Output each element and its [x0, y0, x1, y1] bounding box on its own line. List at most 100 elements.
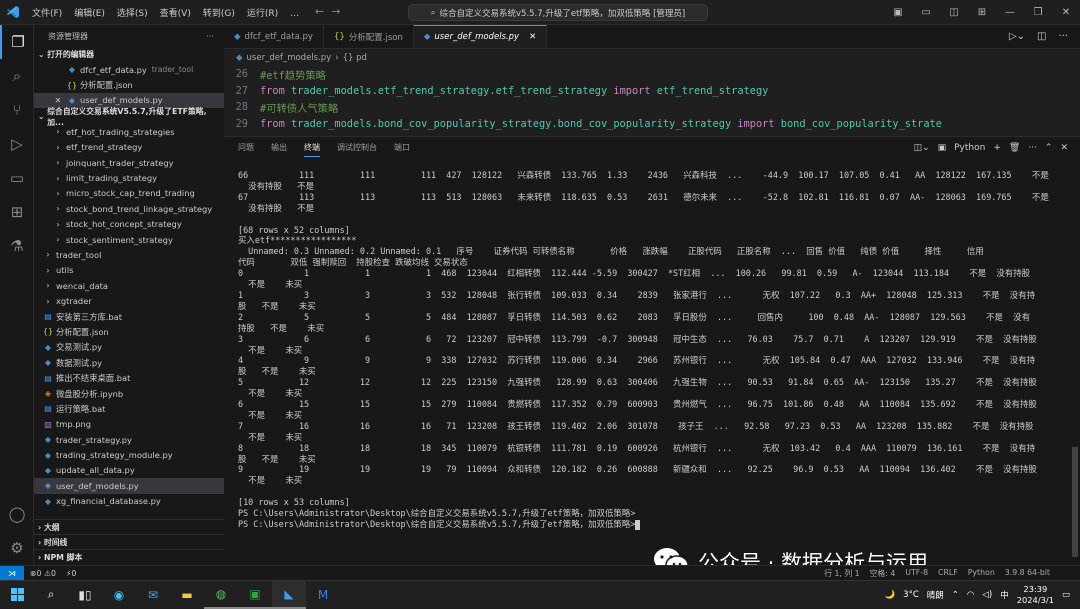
terminal-output[interactable]: 66 111 111 111 427 128122 兴森转债 133.765 1…	[224, 159, 1080, 564]
close-window-button[interactable]: ✕	[1052, 7, 1080, 18]
weather-temp[interactable]: 3°C	[903, 590, 919, 600]
more-actions-icon[interactable]: ···	[206, 32, 214, 41]
tree-item[interactable]: › etf_trend_strategy	[34, 140, 224, 155]
command-center[interactable]: ⌕ 综合自定义交易系统v5.5.7,升级了etf策略，加双低策略 [管理员]	[408, 4, 708, 21]
eol-status[interactable]: CRLF	[938, 568, 958, 579]
layout-icon[interactable]: ▣	[884, 7, 912, 18]
more-actions-icon[interactable]: ···	[1058, 31, 1068, 42]
tree-item[interactable]: ◆ 交易测试.py	[34, 340, 224, 355]
tree-item[interactable]: › limit_trading_strategy	[34, 170, 224, 185]
maximize-panel-icon[interactable]: ⌃	[1045, 143, 1053, 153]
tree-item[interactable]: ◆ 数据测试.py	[34, 355, 224, 370]
tree-item[interactable]: ◆ trader_strategy.py	[34, 432, 224, 447]
tree-item[interactable]: ◆ user_def_models.py	[34, 478, 224, 494]
open-editor-item[interactable]: {} 分析配置.json	[34, 77, 224, 92]
notification-icon[interactable]: ▭	[1062, 590, 1070, 600]
panel-tab[interactable]: 端口	[394, 139, 410, 157]
split-terminal-icon[interactable]: ◫⌄	[914, 143, 930, 153]
close-panel-icon[interactable]: ✕	[1060, 143, 1068, 153]
nav-arrows[interactable]: ← →	[315, 5, 340, 18]
file-explorer-icon[interactable]: ▬	[170, 581, 204, 609]
mail-icon[interactable]: ✉	[136, 581, 170, 609]
menu-item[interactable]: 编辑(E)	[68, 9, 111, 19]
interpreter-version[interactable]: 3.9.8 64-bit	[1005, 568, 1050, 579]
menu-item[interactable]: 查看(V)	[154, 9, 197, 19]
close-tab-icon[interactable]: ✕	[529, 32, 536, 42]
code-editor[interactable]: 26 #etf趋势策略 27 from trader_models.etf_trend…	[224, 66, 1080, 136]
terminal-scrollbar[interactable]	[1072, 447, 1078, 557]
run-python-icon[interactable]: ▷⌄	[1009, 31, 1025, 42]
menu-item[interactable]: 文件(F)	[26, 9, 68, 19]
source-control-icon[interactable]: ⑂	[0, 93, 34, 127]
close-icon[interactable]: ✕	[52, 96, 64, 105]
terminal-shell-label[interactable]: Python	[954, 143, 985, 153]
problems-status[interactable]: ⊗0 ⚠0	[30, 569, 56, 578]
app-green-icon[interactable]: ▣	[238, 581, 272, 609]
panel-tab[interactable]: 输出	[271, 139, 287, 157]
remote-icon[interactable]: ⋊	[0, 565, 24, 581]
tree-item[interactable]: ▤ 推出不结束桌面.bat	[34, 370, 224, 385]
tray-overflow-icon[interactable]: ⌃	[952, 590, 959, 600]
editor-tab[interactable]: {} 分析配置.json	[324, 25, 414, 48]
tree-item[interactable]: ▤ 安装第三方库.bat	[34, 309, 224, 324]
tree-item[interactable]: › stock_bond_trend_linkage_strategy	[34, 201, 224, 216]
volume-icon[interactable]: ◁)	[982, 590, 992, 600]
menu-item[interactable]: …	[284, 9, 305, 19]
tree-item[interactable]: ◈ 微盘股分析.ipynb	[34, 386, 224, 401]
editor-tab[interactable]: ◆ dfcf_etf_data.py	[224, 25, 324, 48]
tree-item[interactable]: › xgtrader	[34, 293, 224, 308]
tree-item[interactable]: › micro_stock_cap_trend_trading	[34, 186, 224, 201]
testing-icon[interactable]: ⚗	[0, 229, 34, 263]
search-icon[interactable]: ⌕	[0, 59, 34, 93]
network-icon[interactable]: ◠	[967, 590, 974, 600]
search-icon[interactable]: ⌕	[34, 581, 68, 609]
minimize-button[interactable]: —	[996, 7, 1024, 18]
sidebar-section-0[interactable]: › 大纲	[34, 519, 224, 534]
vscode-taskbar-icon[interactable]: ◣	[272, 580, 306, 609]
menu-item[interactable]: 转到(G)	[197, 9, 241, 19]
settings-gear-icon[interactable]: ⚙	[0, 531, 34, 565]
ime-indicator[interactable]: 中	[1000, 589, 1009, 601]
breadcrumb-file[interactable]: user_def_models.py	[247, 53, 332, 63]
layout-customize-icon[interactable]: ⊞	[968, 7, 996, 18]
encoding-status[interactable]: UTF-8	[905, 568, 928, 579]
tree-item[interactable]: › stock_hot_concept_strategy	[34, 217, 224, 232]
task-view-icon[interactable]: ▮▯	[68, 581, 102, 609]
panel-tab[interactable]: 问题	[238, 139, 254, 157]
layout-panel-icon[interactable]: ▭	[912, 7, 940, 18]
menu-item[interactable]: 运行(R)	[241, 9, 284, 19]
panel-tab[interactable]: 终端	[304, 139, 320, 157]
editor-tab[interactable]: ◆ user_def_models.py ✕	[413, 25, 548, 48]
run-debug-icon[interactable]: ▷	[0, 127, 34, 161]
tree-item[interactable]: ◆ trading_strategy_module.py	[34, 447, 224, 462]
layout-sidebar-icon[interactable]: ◫	[940, 7, 968, 18]
split-editor-icon[interactable]: ◫	[1037, 31, 1046, 42]
tree-item[interactable]: ▧ tmp.png	[34, 417, 224, 432]
panel-tab[interactable]: 调试控制台	[337, 139, 377, 157]
menu-item[interactable]: 选择(S)	[111, 9, 154, 19]
open-editors-section[interactable]: ⌄ 打开的编辑器	[34, 47, 224, 62]
cursor-position[interactable]: 行 1, 列 1	[824, 568, 859, 579]
tree-item[interactable]: › wencai_data	[34, 278, 224, 293]
tree-item[interactable]: ◆ xg_financial_database.py	[34, 494, 224, 509]
tree-item[interactable]: ◆ update_all_data.py	[34, 463, 224, 478]
weather-text[interactable]: 晴朗	[927, 589, 944, 601]
tree-item[interactable]: ▤ 运行策略.bat	[34, 401, 224, 416]
maximize-button[interactable]: ❐	[1024, 7, 1052, 18]
tree-item[interactable]: › joinquant_trader_strategy	[34, 155, 224, 170]
more-actions-icon[interactable]: ···	[1028, 143, 1037, 153]
add-terminal-icon[interactable]: +	[993, 143, 1001, 153]
remote-explorer-icon[interactable]: ▭	[0, 161, 34, 195]
sidebar-section-1[interactable]: › 时间线	[34, 534, 224, 549]
tree-item[interactable]: › utils	[34, 263, 224, 278]
clock[interactable]: 23:39 2024/3/1	[1017, 584, 1054, 606]
account-icon[interactable]: ◯	[0, 497, 34, 531]
indentation-status[interactable]: 空格: 4	[870, 568, 896, 579]
workspace-section[interactable]: ⌄ 综合自定义交易系统V5.5.7,升级了ETF策略, 加...	[34, 107, 224, 127]
ports-status[interactable]: ⚡0	[66, 569, 76, 578]
sidebar-section-2[interactable]: › NPM 脚本	[34, 549, 224, 564]
tree-item[interactable]: › trader_tool	[34, 247, 224, 262]
app-blue-icon[interactable]: M	[306, 581, 340, 609]
language-mode[interactable]: Python	[968, 568, 995, 579]
wechat-icon[interactable]: ◍	[204, 581, 238, 609]
